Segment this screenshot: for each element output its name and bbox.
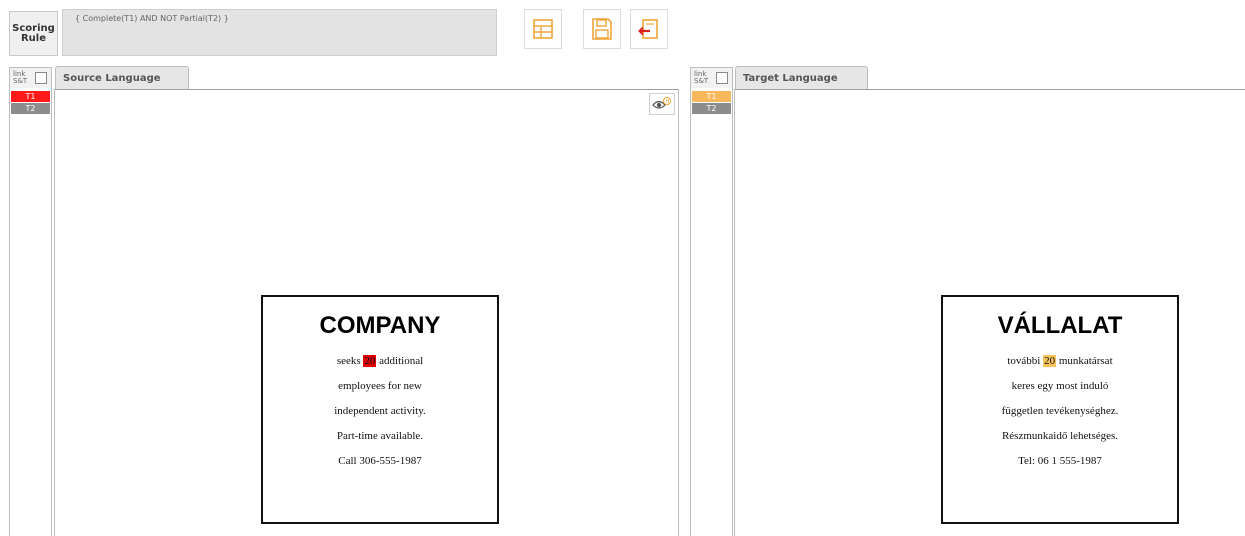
target-tab-label: Target Language [743, 73, 838, 84]
source-ad-title: COMPANY [319, 312, 441, 339]
scoring-rule-text: { Complete(T1) AND NOT Partial(T2) } [75, 14, 229, 23]
source-tag-t1[interactable]: T1 [11, 91, 50, 102]
save-button[interactable] [583, 9, 621, 49]
target-tag-t1[interactable]: T1 [692, 91, 731, 102]
form-edit-button[interactable] [524, 9, 562, 49]
source-tag-list: T1 T2 [9, 88, 52, 536]
eye-icon: H [652, 97, 671, 109]
source-tab-label: Source Language [63, 73, 161, 84]
source-highlight-t1[interactable]: 20 [363, 355, 377, 367]
scoring-label-line1: Scoring [12, 22, 55, 34]
target-highlight-t1[interactable]: 20 [1043, 355, 1057, 367]
source-ad-line3: independent activity. [334, 405, 426, 417]
source-tag-t2[interactable]: T2 [11, 103, 50, 114]
target-content-area[interactable]: VÁLLALAT további 20 munkatársat keres eg… [734, 89, 1245, 536]
source-ad-line2: employees for new [338, 380, 422, 392]
source-link-checkbox[interactable] [35, 72, 47, 84]
exit-button[interactable] [630, 9, 668, 49]
scoring-label-line2: Rule [20, 32, 46, 44]
target-ad-line3: független tevékenységhez. [1001, 405, 1119, 417]
tab-source-language[interactable]: Source Language [55, 66, 189, 89]
source-ad-line1-after: additional [376, 355, 424, 367]
source-content-area[interactable]: H COMPANY seeks 20 additional employees … [54, 89, 679, 536]
scoring-rule-field[interactable]: { Complete(T1) AND NOT Partial(T2) } [62, 9, 497, 56]
target-ad-line2: keres egy most induló [1011, 380, 1109, 392]
scoring-rule-label: Scoring Rule [9, 11, 58, 56]
save-icon [592, 18, 612, 40]
target-ad-box: VÁLLALAT további 20 munkatársat keres eg… [941, 295, 1179, 524]
source-ad-line1: seeks 20 additional [263, 349, 497, 374]
source-ad-box: COMPANY seeks 20 additional employees fo… [261, 295, 499, 524]
target-ad-line1-before: további [1007, 355, 1044, 367]
svg-text:H: H [666, 99, 670, 105]
target-ad-line1-after: munkatársat [1056, 355, 1113, 367]
source-link-header: link S&T [9, 67, 52, 88]
target-ad-title: VÁLLALAT [997, 312, 1123, 339]
target-ad-line1: további 20 munkatársat [943, 349, 1177, 374]
form-edit-icon [533, 19, 553, 39]
target-ad-line4: Részmunkaidő lehetséges. [1001, 430, 1119, 442]
source-ad-line5: Call 306-555-1987 [338, 455, 422, 467]
target-link-header: link S&T [690, 67, 733, 88]
target-tag-t2[interactable]: T2 [692, 103, 731, 114]
target-link-checkbox[interactable] [716, 72, 728, 84]
exit-icon [638, 19, 658, 39]
source-ad-line4: Part-time available. [336, 430, 424, 442]
target-tag-list: T1 T2 [690, 88, 733, 536]
preview-toggle-button[interactable]: H [649, 93, 675, 115]
source-ad-line1-before: seeks [336, 355, 364, 367]
target-ad-line5: Tel: 06 1 555-1987 [1018, 455, 1102, 467]
tab-target-language[interactable]: Target Language [735, 66, 868, 89]
